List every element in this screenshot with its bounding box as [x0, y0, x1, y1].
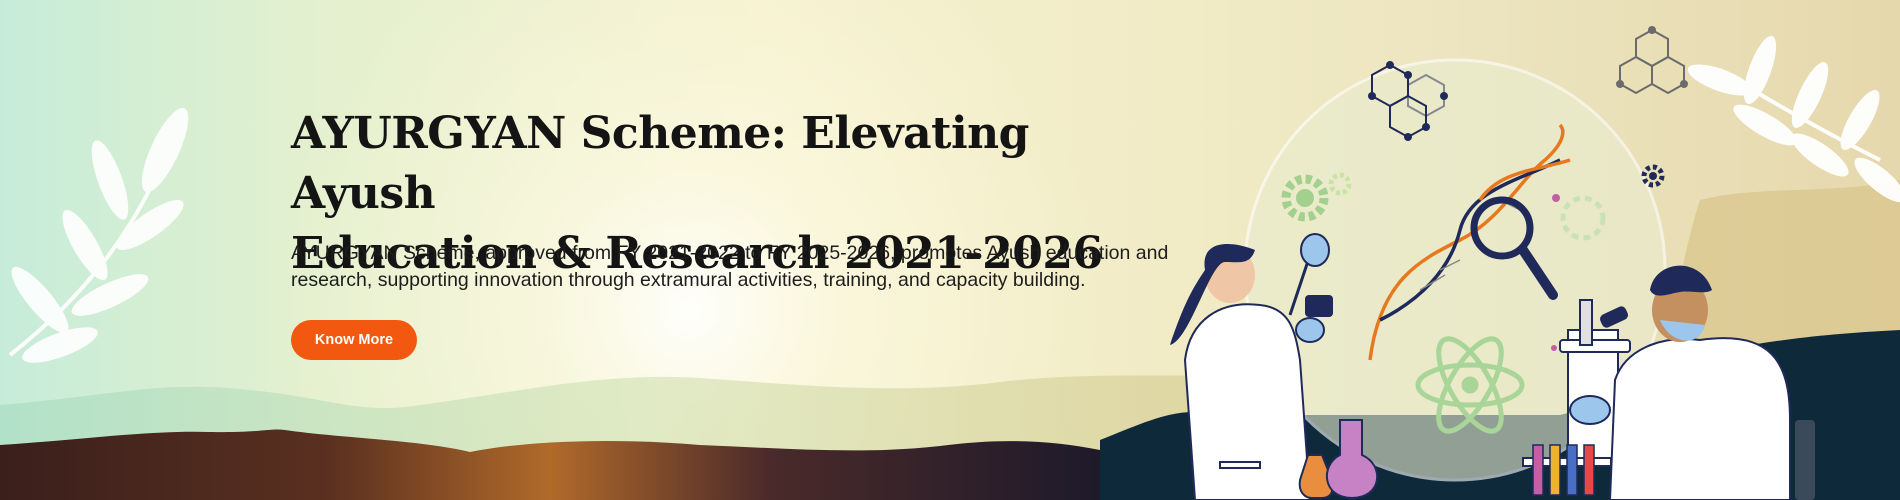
accent-dot	[1552, 194, 1560, 202]
hero-title-line-1: AYURGYAN Scheme: Elevating Ayush	[291, 108, 1029, 219]
accent-dot	[1551, 345, 1557, 351]
hero-banner: AYURGYAN Scheme: Elevating Ayush Educati…	[0, 0, 1900, 500]
hero-description-line-1: AYURGYAN Scheme, approved from FY 2021-2…	[291, 242, 1169, 264]
hero-description: AYURGYAN Scheme, approved from FY 2021-2…	[291, 240, 1191, 294]
know-more-button[interactable]: Know More	[291, 320, 417, 360]
hero-description-line-2: research, supporting innovation through …	[291, 269, 1086, 291]
